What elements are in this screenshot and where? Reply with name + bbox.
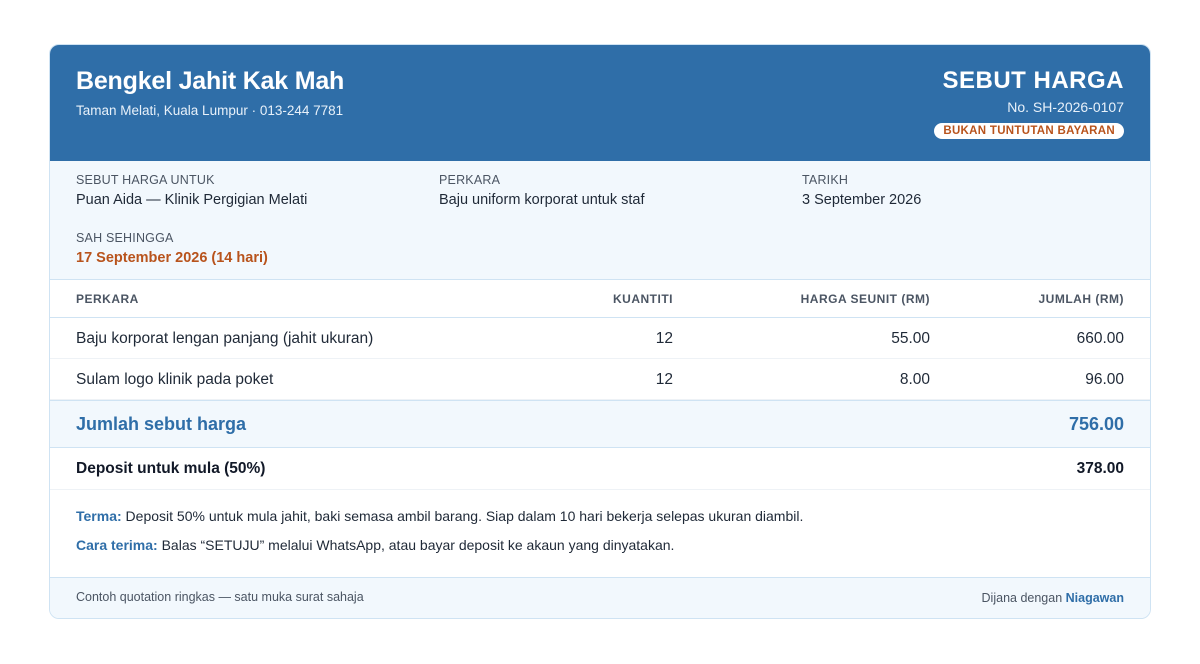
meta-subject-label: PERKARA — [439, 173, 501, 187]
item-amount: 660.00 — [1076, 330, 1124, 347]
brand-link[interactable]: Niagawan — [1066, 591, 1124, 605]
meta-valid-label: SAH SEHINGGA — [76, 231, 174, 245]
meta-date: TARIKH 3 September 2026 — [802, 173, 921, 208]
terms-key: Terma: — [76, 508, 122, 524]
table-row: Sulam logo klinik pada poket 12 8.00 96.… — [50, 359, 1150, 400]
column-header-item: PERKARA — [76, 292, 139, 306]
total-row: Jumlah sebut harga 756.00 — [50, 400, 1150, 448]
item-amount: 96.00 — [1085, 371, 1124, 388]
terms-note: Terma: Deposit 50% untuk mula jahit, bak… — [76, 508, 803, 524]
item-unit-price: 55.00 — [891, 330, 930, 347]
column-header-unit-price: HARGA SEUNIT (RM) — [800, 292, 930, 306]
status-badge: BUKAN TUNTUTAN BAYARAN — [934, 123, 1124, 139]
quotation-card: Bengkel Jahit Kak Mah Taman Melati, Kual… — [49, 44, 1151, 619]
accept-note: Cara terima: Balas “SETUJU” melalui What… — [76, 537, 674, 553]
notes-section: Terma: Deposit 50% untuk mula jahit, bak… — [50, 490, 1150, 576]
deposit-row: Deposit untuk mula (50%) 378.00 — [50, 448, 1150, 490]
table-row: Baju korporat lengan panjang (jahit ukur… — [50, 318, 1150, 359]
accept-key: Cara terima: — [76, 537, 158, 553]
terms-text: Deposit 50% untuk mula jahit, baki semas… — [125, 508, 804, 524]
footer-credit-prefix: Dijana dengan — [981, 591, 1063, 605]
meta-recipient-value: Puan Aida — Klinik Pergigian Melati — [76, 192, 308, 208]
item-unit-price: 8.00 — [899, 371, 930, 388]
meta-date-label: TARIKH — [802, 173, 849, 187]
footer-note: Contoh quotation ringkas — satu muka sur… — [76, 590, 364, 604]
meta-date-value: 3 September 2026 — [802, 192, 922, 208]
meta-recipient: SEBUT HARGA UNTUK Puan Aida — Klinik Per… — [76, 173, 307, 208]
item-description: Baju korporat lengan panjang (jahit ukur… — [76, 330, 374, 347]
column-header-amount: JUMLAH (RM) — [1038, 292, 1124, 306]
business-contact: Taman Melati, Kuala Lumpur · 013-244 778… — [76, 103, 344, 118]
document-title: SEBUT HARGA — [942, 67, 1124, 94]
total-label: Jumlah sebut harga — [76, 414, 247, 434]
total-value: 756.00 — [1068, 414, 1124, 434]
item-description: Sulam logo klinik pada poket — [76, 371, 274, 388]
meta-valid-until: SAH SEHINGGA 17 September 2026 (14 hari) — [76, 231, 268, 266]
items-table: PERKARA KUANTITI HARGA SEUNIT (RM) JUMLA… — [50, 280, 1150, 490]
item-quantity: 12 — [655, 330, 673, 347]
accept-text: Balas “SETUJU” melalui WhatsApp, atau ba… — [161, 537, 675, 553]
quotation-header: Bengkel Jahit Kak Mah Taman Melati, Kual… — [50, 45, 1150, 161]
meta-valid-value: 17 September 2026 (14 hari) — [76, 250, 268, 266]
meta-recipient-label: SEBUT HARGA UNTUK — [76, 173, 215, 187]
document-number: No. SH-2026-0107 — [1007, 99, 1124, 115]
footer: Contoh quotation ringkas — satu muka sur… — [50, 577, 1150, 618]
table-header: PERKARA KUANTITI HARGA SEUNIT (RM) JUMLA… — [50, 280, 1150, 318]
column-header-quantity: KUANTITI — [613, 292, 673, 306]
deposit-value: 378.00 — [1076, 460, 1124, 477]
item-quantity: 12 — [655, 371, 673, 388]
deposit-label: Deposit untuk mula (50%) — [76, 460, 266, 477]
meta-subject: PERKARA Baju uniform korporat untuk staf — [439, 173, 645, 208]
business-name: Bengkel Jahit Kak Mah — [76, 67, 345, 95]
quotation-meta: SEBUT HARGA UNTUK Puan Aida — Klinik Per… — [50, 161, 1150, 280]
meta-subject-value: Baju uniform korporat untuk staf — [439, 192, 645, 208]
footer-credit: Dijana dengan Niagawan — [982, 591, 1124, 605]
